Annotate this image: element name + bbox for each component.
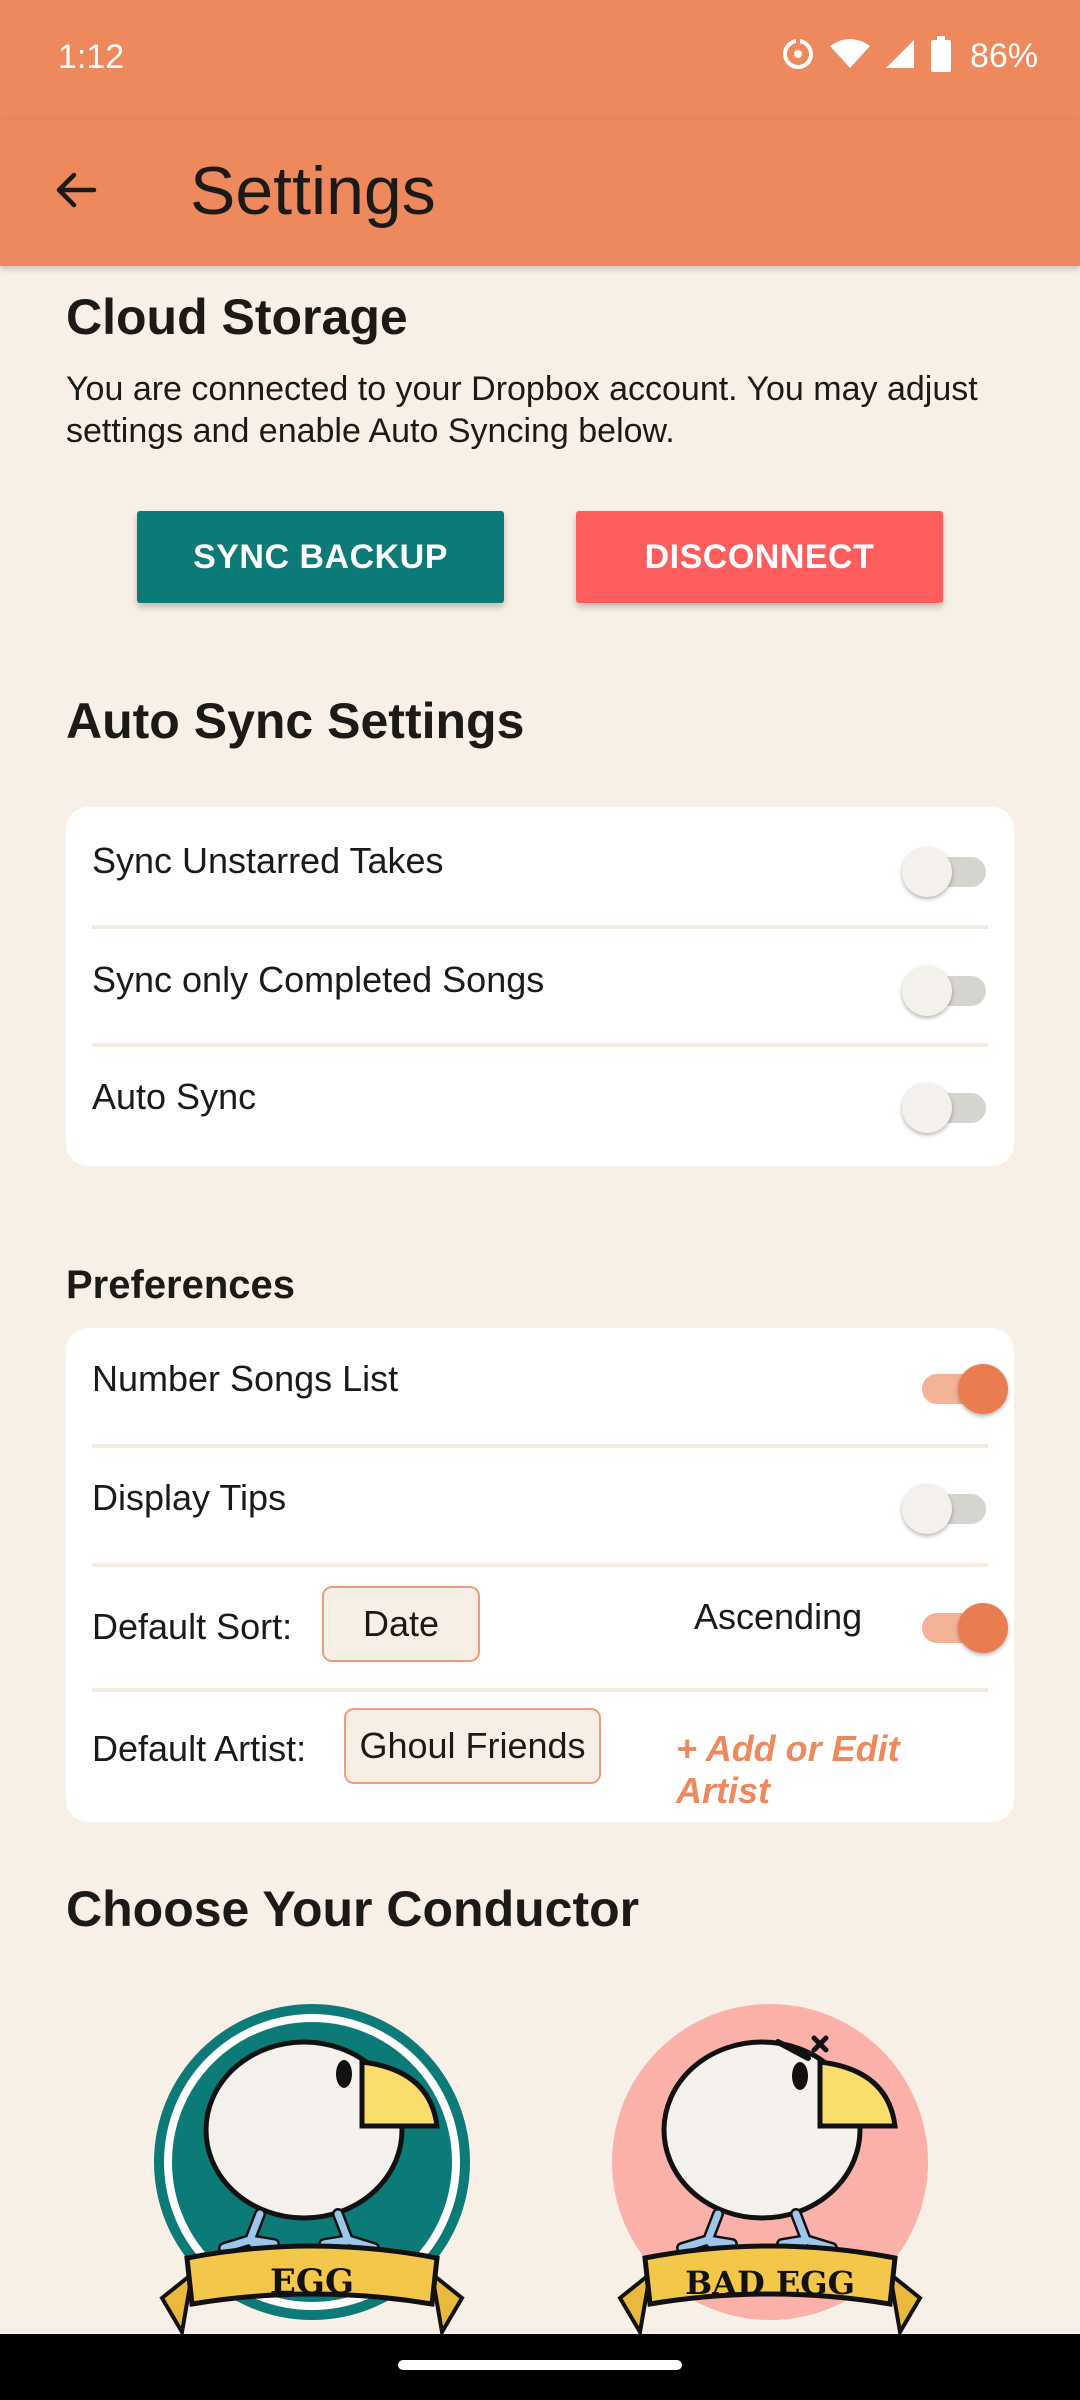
setting-row-default-artist: Default Artist: Ghoul Friends + Add or E… [92,1692,988,1822]
setting-label: Sync Unstarred Takes [92,840,444,881]
conductor-heading: Choose Your Conductor [66,1881,640,1937]
bad-egg-mascot-icon: BAD EGG [612,2004,928,2334]
page-title: Settings [190,153,436,229]
setting-label: Display Tips [92,1477,287,1518]
default-artist-label: Default Artist: [92,1728,307,1769]
signal-icon [884,38,916,75]
default-artist-select[interactable]: Ghoul Friends [344,1708,601,1784]
cloud-storage-heading: Cloud Storage [66,289,408,345]
back-arrow-icon [56,172,97,208]
data-saver-icon [780,36,816,77]
egg-mascot-icon: EGG [154,2004,470,2334]
setting-row-display-tips[interactable]: Display Tips [92,1448,988,1563]
disconnect-button[interactable]: DISCONNECT [576,511,943,603]
status-bar: 1:12 86% [0,0,1080,120]
sync-completed-toggle[interactable] [902,964,986,1016]
auto-sync-toggle[interactable] [902,1081,986,1133]
battery-icon [930,36,952,77]
setting-row-default-sort: Default Sort: Date Ascending [92,1567,1008,1688]
conductor-bad-egg-name: BAD EGG [685,2264,855,2302]
setting-label: Number Songs List [92,1358,399,1399]
sync-unstarred-toggle[interactable] [902,845,986,897]
preferences-heading: Preferences [66,1263,296,1307]
auto-sync-card: Sync Unstarred Takes Sync only Completed… [66,807,1014,1166]
add-edit-artist-link[interactable]: + Add or Edit Artist [676,1728,988,1812]
wifi-icon [829,38,870,75]
setting-row-auto-sync[interactable]: Auto Sync [92,1047,988,1166]
cloud-storage-description: You are connected to your Dropbox accoun… [66,370,978,450]
settings-content[interactable]: Cloud Storage You are connected to your … [0,266,1080,2334]
preferences-card: Number Songs List Display Tips Default S… [66,1328,1014,1822]
sync-backup-button[interactable]: SYNC BACKUP [137,511,504,603]
status-icons: 86% [780,36,1038,77]
back-button[interactable] [40,154,112,226]
status-time: 1:12 [58,38,125,76]
default-sort-label: Default Sort: [92,1606,293,1647]
conductor-egg-option[interactable]: EGG [142,2002,482,2334]
ascending-toggle[interactable] [922,1601,1008,1653]
home-gesture-handle[interactable] [398,2360,682,2370]
auto-sync-heading: Auto Sync Settings [66,693,525,749]
conductor-egg-name: EGG [270,2262,354,2302]
number-songs-toggle[interactable] [922,1362,1008,1414]
setting-label: Sync only Completed Songs [92,959,545,1000]
setting-row-number-songs[interactable]: Number Songs List [92,1328,1008,1444]
ascending-label: Ascending [694,1596,863,1637]
default-sort-select[interactable]: Date [322,1586,480,1662]
conductor-bad-egg-option[interactable]: BAD EGG [600,2002,940,2334]
setting-row-sync-completed[interactable]: Sync only Completed Songs [92,929,988,1043]
display-tips-toggle[interactable] [902,1482,986,1534]
system-nav-bar [0,2334,1080,2400]
setting-row-sync-unstarred[interactable]: Sync Unstarred Takes [92,807,988,925]
battery-percentage: 86% [969,37,1038,75]
setting-label: Auto Sync [92,1076,257,1117]
app-bar: Settings [0,120,1080,266]
